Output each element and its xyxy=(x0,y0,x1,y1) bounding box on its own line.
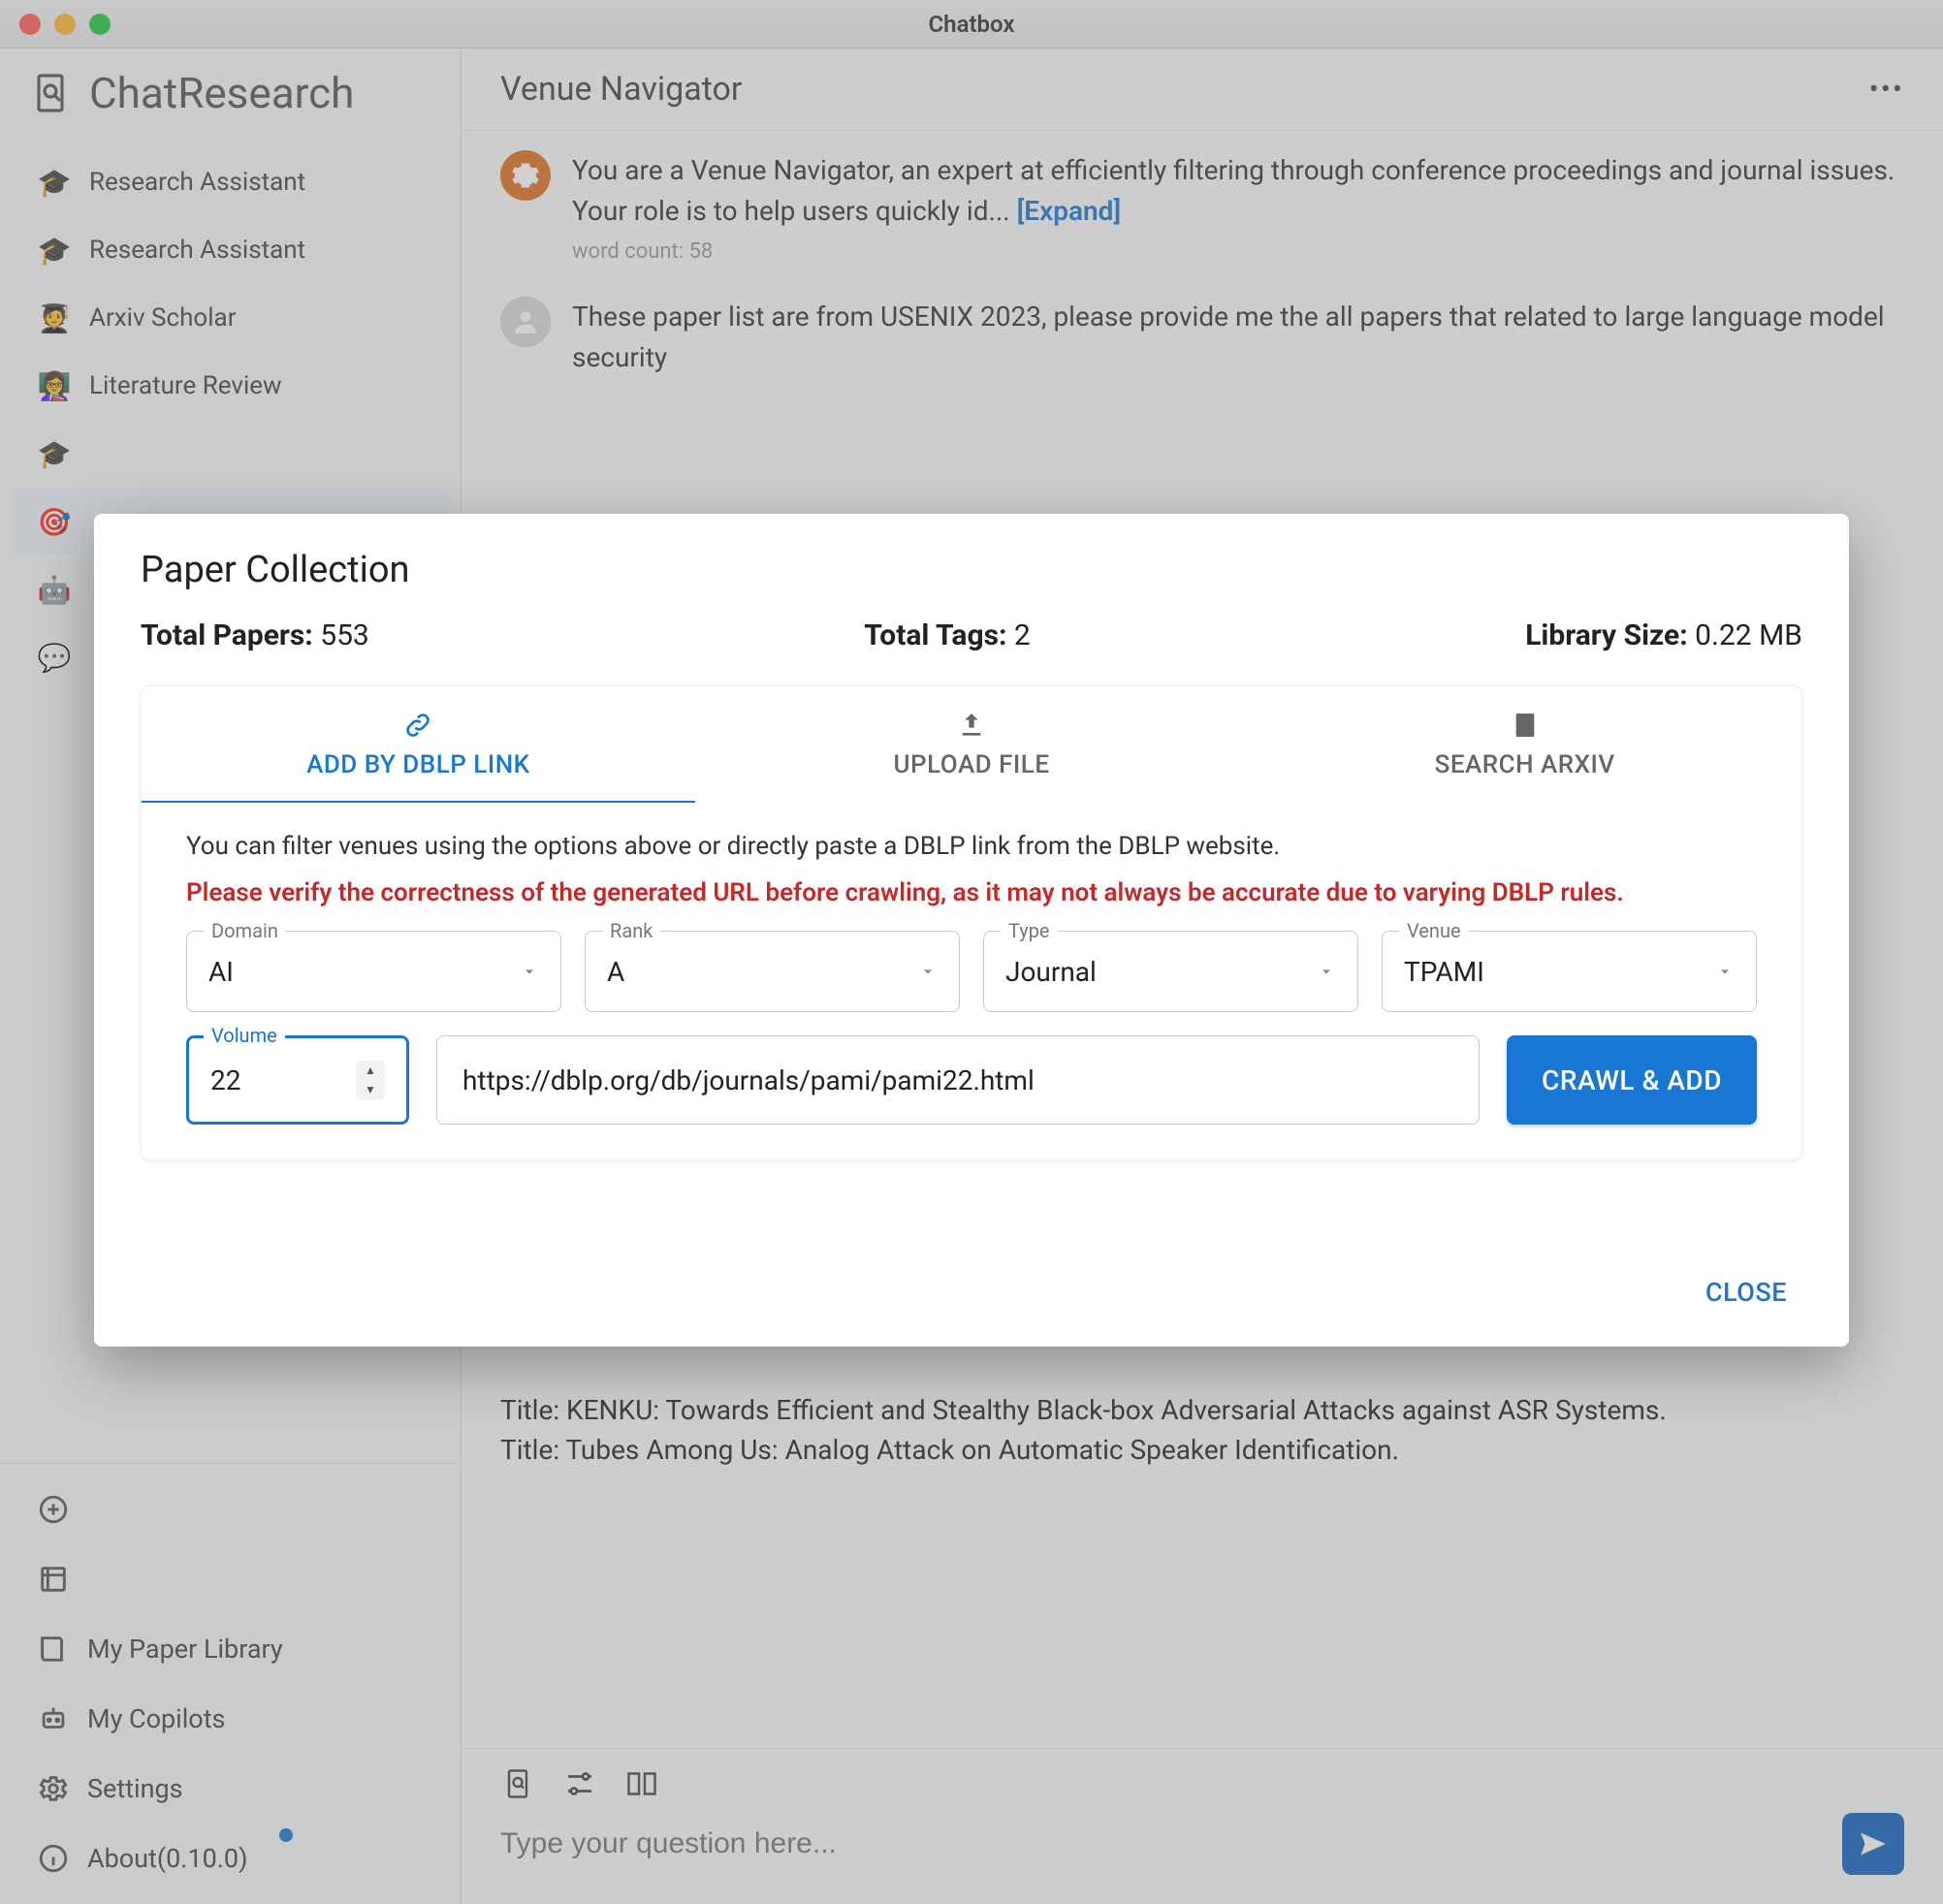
field-value: AI xyxy=(208,956,234,988)
chevron-down-icon xyxy=(918,962,938,981)
chevron-down-icon xyxy=(1317,962,1336,981)
link-icon xyxy=(402,710,433,741)
warning-text: Please verify the correctness of the gen… xyxy=(186,878,1757,907)
chevron-down-icon xyxy=(1715,962,1735,981)
tab-label: UPLOAD FILE xyxy=(893,750,1049,779)
crawl-add-button[interactable]: CRAWL & ADD xyxy=(1507,1035,1757,1125)
tab-dblp-link[interactable]: ADD BY DBLP LINK xyxy=(142,686,695,803)
document-icon xyxy=(1510,710,1541,741)
stat-total-papers: Total Papers: 553 xyxy=(141,619,369,652)
field-value: TPAMI xyxy=(1404,956,1484,988)
url-input[interactable]: https://dblp.org/db/journals/pami/pami22… xyxy=(436,1035,1480,1125)
volume-input[interactable]: Volume 22 ▲ ▼ xyxy=(186,1035,409,1125)
stat-total-tags: Total Tags: 2 xyxy=(864,619,1031,652)
chevron-down-icon xyxy=(520,962,539,981)
upload-icon xyxy=(956,710,987,741)
tab-search-arxiv[interactable]: SEARCH ARXIV xyxy=(1248,686,1801,803)
rank-select[interactable]: Rank A xyxy=(585,931,960,1012)
field-label: Domain xyxy=(204,919,286,942)
field-label: Venue xyxy=(1399,919,1469,942)
venue-select[interactable]: Venue TPAMI xyxy=(1382,931,1757,1012)
tab-label: ADD BY DBLP LINK xyxy=(306,750,529,779)
field-label: Volume xyxy=(204,1024,285,1047)
tab-label: SEARCH ARXIV xyxy=(1435,750,1615,779)
helper-text: You can filter venues using the options … xyxy=(186,832,1757,861)
paper-collection-modal: Paper Collection Total Papers: 553 Total… xyxy=(94,514,1849,1347)
tab-upload-file[interactable]: UPLOAD FILE xyxy=(695,686,1249,803)
volume-stepper[interactable]: ▲ ▼ xyxy=(356,1061,385,1099)
stepper-up[interactable]: ▲ xyxy=(356,1061,385,1080)
stepper-down[interactable]: ▼ xyxy=(356,1080,385,1099)
modal-overlay[interactable]: Paper Collection Total Papers: 553 Total… xyxy=(0,0,1943,1904)
field-value: 22 xyxy=(210,1064,240,1096)
close-button[interactable]: CLOSE xyxy=(1690,1267,1802,1317)
modal-title: Paper Collection xyxy=(141,549,1802,591)
field-label: Rank xyxy=(602,919,660,942)
field-value: A xyxy=(607,956,624,988)
field-value: Journal xyxy=(1005,956,1097,988)
type-select[interactable]: Type Journal xyxy=(983,931,1358,1012)
url-value: https://dblp.org/db/journals/pami/pami22… xyxy=(462,1064,1035,1096)
field-label: Type xyxy=(1001,919,1058,942)
stat-library-size: Library Size: 0.22 MB xyxy=(1525,619,1802,652)
domain-select[interactable]: Domain AI xyxy=(186,931,561,1012)
